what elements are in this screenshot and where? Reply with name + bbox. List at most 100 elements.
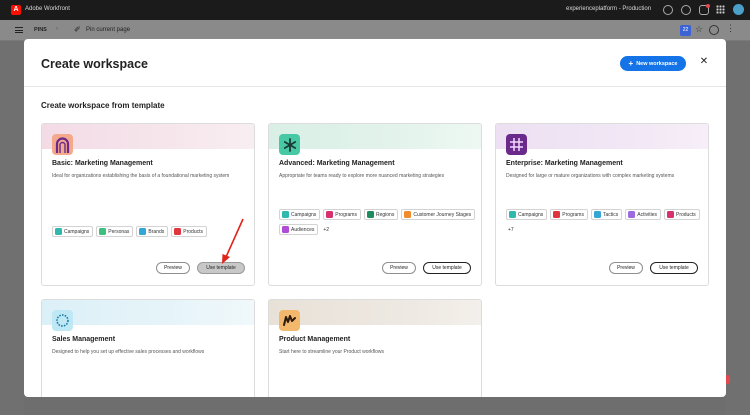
- template-card-advanced: Advanced: Marketing Management Appropria…: [268, 123, 482, 286]
- preview-button[interactable]: Preview: [156, 262, 190, 274]
- tag-programs: Programs: [550, 209, 588, 220]
- pin-icon[interactable]: ✐: [74, 25, 81, 34]
- app-name: Adobe Workfront: [25, 6, 70, 12]
- new-workspace-label: New workspace: [636, 60, 678, 67]
- hamburger-menu-icon[interactable]: [15, 27, 23, 33]
- object-tags: Campaigns Programs Tactics Activities Pr…: [506, 209, 706, 235]
- card-title: Product Management: [279, 336, 351, 343]
- card-banner: [269, 300, 481, 325]
- customer-journey-icon: [404, 211, 412, 218]
- app-header: A Adobe Workfront experienceplatform - P…: [0, 0, 750, 20]
- object-tags: Campaigns Programs Regions Customer Jour…: [279, 209, 479, 235]
- product-icon: [279, 310, 300, 331]
- card-title: Sales Management: [52, 336, 116, 343]
- tag-products: Products: [664, 209, 700, 220]
- calendar-icon[interactable]: 22: [680, 25, 691, 36]
- card-description: Designed for large or mature organizatio…: [506, 173, 675, 179]
- chevron-right-icon: ›: [56, 26, 58, 32]
- preview-button[interactable]: Preview: [609, 262, 643, 274]
- notification-badge: [706, 4, 710, 8]
- annotation-arrow-icon: [222, 218, 244, 264]
- tag-programs: Programs: [323, 209, 361, 220]
- more-tags-count: +7: [508, 226, 514, 233]
- campaigns-icon: [282, 211, 289, 218]
- create-workspace-dialog: Create workspace + New workspace ✕ Creat…: [24, 39, 726, 397]
- tag-personas: Personas: [96, 226, 134, 237]
- tag-brands: Brands: [136, 226, 169, 237]
- card-description: Appropriate for teams ready to explore m…: [279, 173, 445, 179]
- dialog-title: Create workspace: [41, 57, 149, 71]
- more-tags-count: +2: [323, 226, 330, 233]
- brands-icon: [139, 228, 147, 235]
- products-icon: [174, 228, 182, 235]
- hashtag-icon: [506, 134, 527, 155]
- card-description: Start here to streamline your Product wo…: [279, 349, 385, 355]
- history-icon[interactable]: [709, 25, 719, 35]
- use-template-button[interactable]: Use template: [650, 262, 698, 274]
- pins-label[interactable]: PINS: [34, 27, 47, 33]
- user-avatar[interactable]: [733, 4, 744, 15]
- card-banner: [496, 124, 708, 149]
- plus-icon: +: [628, 58, 634, 68]
- adobe-logo: A: [11, 5, 21, 15]
- card-title: Enterprise: Marketing Management: [506, 160, 623, 167]
- campaigns-icon: [509, 211, 516, 218]
- activities-icon: [628, 211, 636, 218]
- tag-tactics: Tactics: [590, 209, 623, 220]
- template-card-enterprise: Enterprise: Marketing Management Designe…: [495, 123, 709, 286]
- tag-label: Tactics: [602, 211, 619, 218]
- section-title: Create workspace from template: [41, 101, 165, 110]
- card-banner: [269, 124, 481, 149]
- pins-bar: PINS › ✐ Pin current page 22 ☆ ⋮: [0, 20, 750, 41]
- tag-label: Activities: [637, 211, 657, 218]
- tag-regions: Regions: [363, 209, 399, 220]
- tag-products: Products: [171, 226, 207, 237]
- card-title: Advanced: Marketing Management: [279, 160, 395, 167]
- tag-campaigns: Campaigns: [52, 226, 94, 237]
- feedback-icon[interactable]: [663, 5, 673, 15]
- app-switcher-icon[interactable]: [716, 5, 725, 14]
- pin-current-page-button[interactable]: Pin current page: [86, 27, 130, 33]
- tag-label: Campaigns: [518, 211, 544, 218]
- arch-icon: [52, 134, 73, 155]
- card-banner: [42, 124, 254, 149]
- personas-icon: [99, 228, 107, 235]
- tag-label: Campaigns: [291, 211, 317, 218]
- tag-label: Customer Journey Stages: [413, 211, 472, 218]
- tag-audiences: Audiences: [279, 224, 319, 235]
- star-icon[interactable]: ☆: [695, 24, 703, 35]
- template-card-product: Product Management Start here to streaml…: [268, 299, 482, 397]
- asterisk-icon: [279, 134, 300, 155]
- use-template-button[interactable]: Use template: [423, 262, 471, 274]
- sales-icon: [52, 310, 73, 331]
- new-workspace-button[interactable]: + New workspace: [620, 56, 686, 71]
- programs-icon: [326, 211, 334, 218]
- tag-label: Programs: [562, 211, 584, 218]
- tag-customer-journey-stages: Customer Journey Stages: [401, 209, 476, 220]
- tag-label: Campaigns: [64, 228, 90, 235]
- audiences-icon: [282, 226, 289, 233]
- tag-label: Products: [183, 228, 203, 235]
- card-title: Basic: Marketing Management: [52, 160, 153, 167]
- programs-icon: [553, 211, 561, 218]
- tactics-icon: [593, 211, 601, 218]
- regions-icon: [366, 211, 374, 218]
- preview-button[interactable]: Preview: [382, 262, 416, 274]
- more-options-icon[interactable]: ⋮: [726, 23, 735, 34]
- tag-label: Regions: [375, 211, 395, 218]
- tag-label: Audiences: [291, 226, 315, 233]
- tag-label: Programs: [335, 211, 357, 218]
- campaigns-icon: [55, 228, 62, 235]
- tag-label: Personas: [108, 228, 130, 235]
- card-description: Ideal for organizations establishing the…: [52, 173, 230, 179]
- card-banner: [42, 300, 254, 325]
- close-icon[interactable]: ✕: [698, 56, 710, 68]
- card-description: Designed to help you set up effective sa…: [52, 349, 205, 355]
- divider: [24, 86, 726, 87]
- org-switcher[interactable]: experienceplatform - Production: [566, 6, 651, 12]
- help-icon[interactable]: [681, 5, 691, 15]
- background-page-right: [726, 41, 750, 415]
- tag-campaigns: Campaigns: [506, 209, 548, 220]
- products-icon: [667, 211, 674, 218]
- tag-campaigns: Campaigns: [279, 209, 321, 220]
